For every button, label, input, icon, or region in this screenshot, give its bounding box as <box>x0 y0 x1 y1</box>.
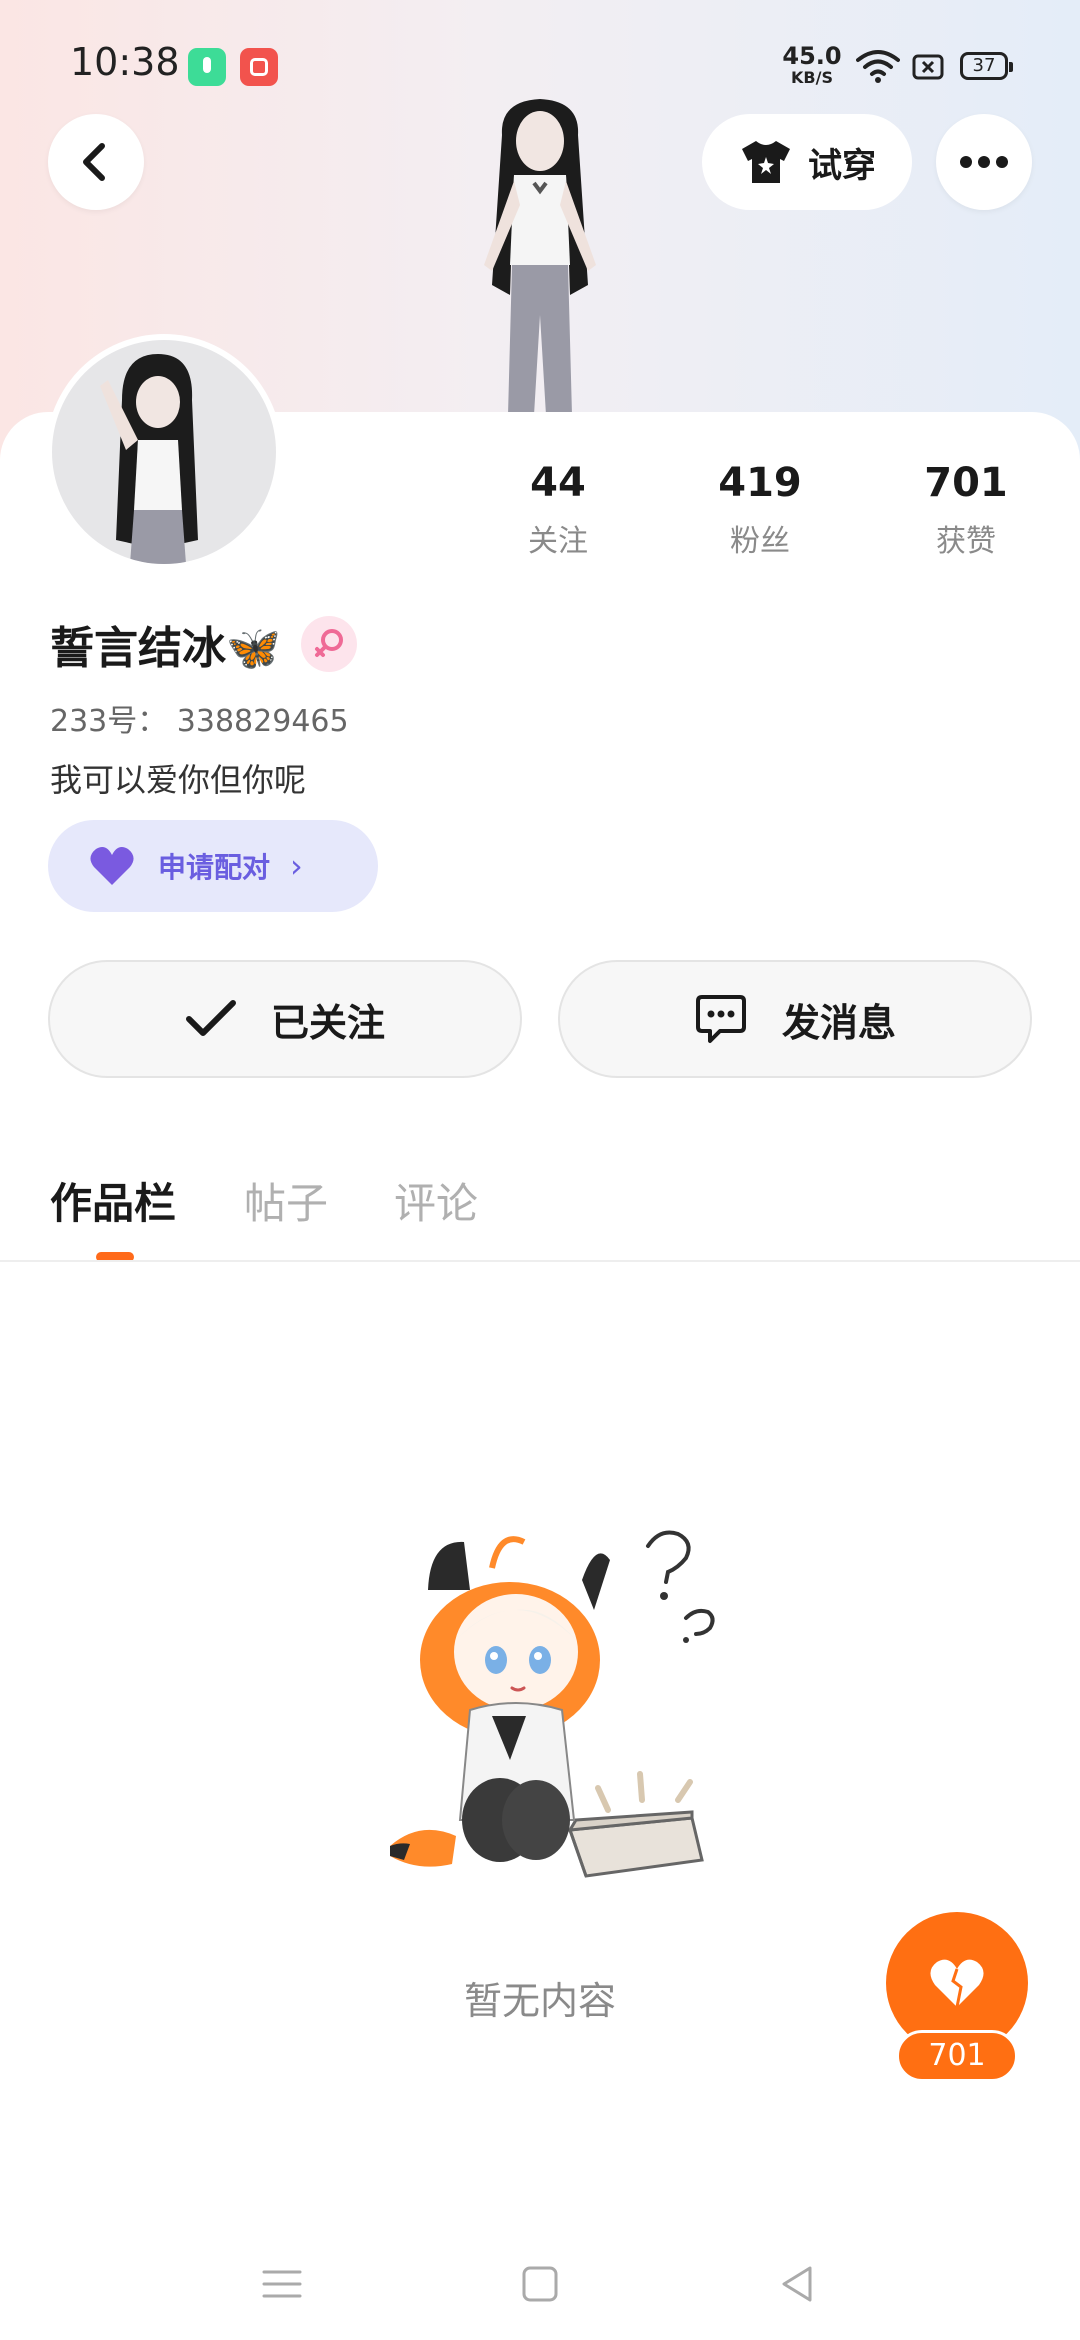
system-navigation-bar <box>0 2230 1080 2340</box>
stat-value: 701 <box>924 460 1008 506</box>
stat-label: 获赞 <box>936 524 996 559</box>
menu-icon[interactable] <box>254 2256 310 2312</box>
tab-works[interactable]: 作品栏 <box>50 1170 176 1231</box>
status-time: 10:38 <box>70 40 180 84</box>
back-button[interactable] <box>48 114 144 210</box>
check-icon <box>185 1000 236 1036</box>
voice-app-icon <box>188 48 226 86</box>
chevron-left-icon <box>83 143 105 181</box>
tab-comments[interactable]: 评论 <box>394 1170 478 1231</box>
avatar-3d-figure <box>484 99 596 415</box>
back-triangle-icon[interactable] <box>770 2256 826 2312</box>
video-app-icon <box>240 48 278 86</box>
tshirt-icon <box>742 141 790 183</box>
avatar[interactable] <box>46 334 282 570</box>
network-speed-unit: KB/S <box>791 68 833 87</box>
bio: 我可以爱你但你呢 <box>50 761 307 799</box>
user-id: 233号： 338829465 <box>50 704 349 739</box>
battery-icon: 37 <box>960 52 1013 80</box>
empty-state-illustration <box>390 1530 715 1878</box>
stat-following[interactable]: 44 关注 <box>478 460 638 560</box>
heart-icon <box>90 847 134 885</box>
gender-female-icon <box>300 616 357 672</box>
more-dots-icon <box>960 156 1008 168</box>
stat-value: 419 <box>718 460 802 506</box>
send-message-label: 发消息 <box>781 1000 896 1045</box>
avatar-figure <box>100 354 198 564</box>
stat-label: 粉丝 <box>730 524 790 559</box>
heart-icon <box>930 1959 984 2008</box>
profile-page: 10:38 45.0 KB/S 37 试穿 44 关注 419 粉丝 701 获… <box>0 0 1080 2340</box>
network-speed: 45.0 KB/S <box>782 44 842 86</box>
stat-followers[interactable]: 419 粉丝 <box>680 460 840 560</box>
chat-bubble-icon <box>695 995 746 1043</box>
chevron-right-icon: › <box>290 847 303 885</box>
nickname: 誓言结冰🦋 <box>50 623 281 674</box>
content-tabs: 作品栏 帖子 评论 <box>0 1160 1080 1262</box>
wifi-icon <box>856 50 900 83</box>
stat-likes[interactable]: 701 获赞 <box>886 460 1046 560</box>
try-on-label: 试穿 <box>808 145 876 186</box>
tab-posts[interactable]: 帖子 <box>244 1170 328 1231</box>
stat-value: 44 <box>530 460 586 506</box>
stat-label: 关注 <box>528 524 588 559</box>
divider <box>0 1260 1080 1262</box>
nickname-row: 誓言结冰🦋 <box>50 612 357 676</box>
network-speed-value: 45.0 <box>782 42 842 70</box>
more-options-button[interactable] <box>936 114 1032 210</box>
avatar-image <box>52 340 276 564</box>
try-on-button[interactable]: 试穿 <box>702 114 912 210</box>
sim-card-icon <box>912 54 944 80</box>
like-count: 701 <box>896 2030 1018 2082</box>
following-label: 已关注 <box>270 1000 385 1045</box>
home-square-icon[interactable] <box>512 2256 568 2312</box>
following-button[interactable]: 已关注 <box>48 960 522 1078</box>
send-message-button[interactable]: 发消息 <box>558 960 1032 1078</box>
request-pair-button[interactable]: 申请配对 › <box>48 820 378 912</box>
pair-label: 申请配对 <box>158 851 271 884</box>
